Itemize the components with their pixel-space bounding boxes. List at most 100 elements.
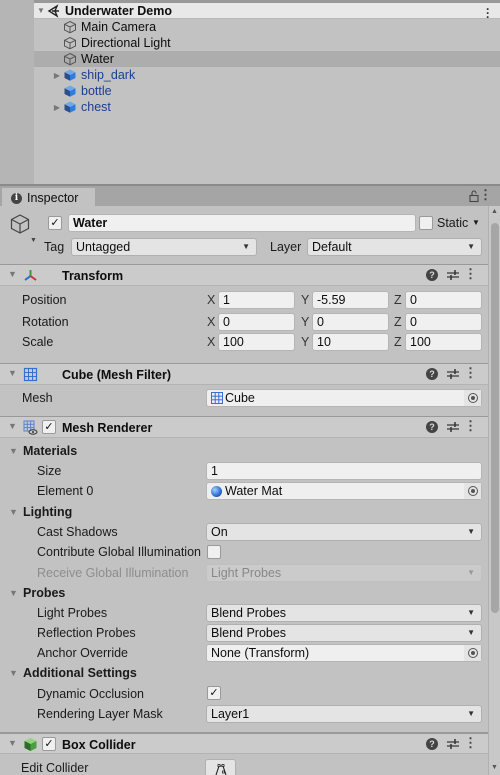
object-picker-icon[interactable] (464, 483, 481, 499)
more-options-icon[interactable]: ⋮ (464, 735, 477, 751)
collapse-arrow-icon[interactable]: ▼ (8, 421, 17, 431)
mesh-renderer-header[interactable]: ▼ ✓ Mesh Renderer ? ⋮ (0, 416, 488, 438)
preset-sliders-icon[interactable] (446, 268, 460, 282)
scene-row[interactable]: ▼ Underwater Demo · · · (34, 3, 500, 23)
rendering-layer-mask-dropdown[interactable]: Layer1 ▼ (206, 705, 482, 723)
collapse-arrow-icon[interactable]: ▼ (9, 446, 18, 456)
additional-settings-section-title[interactable]: Additional Settings (23, 665, 137, 681)
mesh-label: Mesh (22, 391, 53, 405)
hierarchy-item-directional-light[interactable]: Directional Light (34, 35, 500, 51)
more-options-icon[interactable]: ⋮ (464, 365, 477, 381)
reflection-probes-label: Reflection Probes (37, 626, 136, 640)
more-options-icon[interactable]: ⋮ (464, 266, 477, 282)
lighting-section-title[interactable]: Lighting (23, 504, 72, 520)
collapse-arrow-icon[interactable]: ▼ (8, 738, 17, 748)
collapse-arrow-icon[interactable]: ▼ (9, 588, 18, 598)
hierarchy-item-label: Water (81, 52, 114, 66)
expand-arrow-icon[interactable]: ▼ (36, 6, 46, 15)
layer-dropdown[interactable]: Default ▼ (307, 238, 482, 256)
icon-dropdown-arrow-icon[interactable]: ▼ (30, 237, 37, 244)
scale-z-field[interactable]: 100 (405, 333, 482, 351)
rotation-z-field[interactable]: 0 (405, 313, 482, 331)
inspector-panel: ▼ ✓ Water Static ▼ Tag Untagged ▼ Layer … (0, 206, 488, 775)
static-dropdown-arrow-icon[interactable]: ▼ (472, 215, 480, 231)
mesh-filter-header[interactable]: ▼ Cube (Mesh Filter) ? ⋮ (0, 363, 488, 385)
help-icon[interactable]: ? (426, 738, 438, 750)
box-collider-enabled-checkbox[interactable]: ✓ (42, 737, 56, 751)
anchor-override-label: Anchor Override (37, 646, 129, 660)
position-x-field[interactable]: 1 (218, 291, 295, 309)
collapse-arrow-icon[interactable]: ▼ (9, 507, 18, 517)
hierarchy-item-chest[interactable]: ▶ chest (34, 99, 500, 115)
mesh-object-field[interactable]: Cube (206, 389, 482, 407)
help-icon[interactable]: ? (426, 421, 438, 433)
static-label[interactable]: Static (437, 215, 468, 231)
light-probes-dropdown[interactable]: Blend Probes ▼ (206, 604, 482, 622)
preset-sliders-icon[interactable] (446, 420, 460, 434)
mesh-renderer-enabled-checkbox[interactable]: ✓ (42, 420, 56, 434)
scroll-down-arrow-icon[interactable]: ▼ (491, 764, 498, 771)
inspector-scrollbar[interactable]: ▲ ▼ (488, 206, 500, 775)
box-collider-header[interactable]: ▼ ✓ Box Collider ? ⋮ (0, 732, 488, 754)
help-icon[interactable]: ? (426, 269, 438, 281)
element0-object-field[interactable]: Water Mat (206, 482, 482, 500)
hierarchy-item-main-camera[interactable]: Main Camera (34, 19, 500, 35)
reflection-probes-dropdown[interactable]: Blend Probes ▼ (206, 624, 482, 642)
scroll-up-arrow-icon[interactable]: ▲ (491, 208, 498, 215)
scale-y-field[interactable]: 10 (312, 333, 389, 351)
hierarchy-item-bottle[interactable]: bottle (34, 83, 500, 99)
x-axis-label: X (207, 293, 216, 307)
tab-inspector[interactable]: i Inspector (2, 188, 95, 208)
position-y-field[interactable]: -5.59 (312, 291, 389, 309)
object-picker-icon[interactable] (464, 645, 481, 661)
gameobject-name-input[interactable]: Water (68, 214, 416, 232)
static-checkbox[interactable] (419, 216, 433, 230)
tag-dropdown[interactable]: Untagged ▼ (71, 238, 257, 256)
collapse-arrow-icon[interactable]: ▼ (8, 368, 17, 378)
light-probes-label: Light Probes (37, 606, 108, 620)
more-options-icon[interactable]: ⋮ (464, 418, 477, 434)
materials-section-title[interactable]: Materials (23, 443, 77, 459)
chevron-down-icon: ▼ (467, 527, 475, 536)
anchor-override-object-field[interactable]: None (Transform) (206, 644, 482, 662)
prefab-icon (62, 84, 78, 98)
scrollbar-thumb[interactable] (491, 223, 499, 613)
x-axis-label: X (207, 335, 216, 349)
edit-collider-button[interactable] (205, 759, 236, 775)
hierarchy-item-ship-dark[interactable]: ▶ ship_dark (34, 67, 500, 83)
gameobject-cube-icon[interactable] (9, 213, 31, 235)
position-z-field[interactable]: 0 (405, 291, 482, 309)
component-title: Transform (62, 269, 124, 283)
collapse-arrow-icon[interactable]: ▼ (9, 668, 18, 678)
tag-value: Untagged (76, 240, 131, 254)
transform-header[interactable]: ▼ Transform ? ⋮ (0, 264, 488, 286)
expand-arrow-icon[interactable]: ▶ (52, 103, 62, 112)
hierarchy-item-label: bottle (81, 84, 112, 98)
contribute-gi-label: Contribute Global Illumination (37, 545, 201, 559)
chevron-down-icon: ▼ (467, 608, 475, 617)
element0-label: Element 0 (37, 484, 94, 498)
scale-x-field[interactable]: 100 (218, 333, 295, 351)
chevron-down-icon: ▼ (242, 242, 250, 251)
cast-shadows-dropdown[interactable]: On ▼ (206, 523, 482, 541)
preset-sliders-icon[interactable] (446, 367, 460, 381)
object-picker-icon[interactable] (464, 390, 481, 406)
more-options-icon[interactable]: · · · (486, 3, 490, 23)
gameobject-active-checkbox[interactable]: ✓ (48, 216, 62, 230)
rotation-y-field[interactable]: 0 (312, 313, 389, 331)
receive-gi-dropdown: Light Probes ▼ (206, 564, 482, 582)
tag-label: Tag (44, 240, 65, 254)
help-icon[interactable]: ? (426, 368, 438, 380)
more-options-icon[interactable]: ⋮ (479, 187, 492, 203)
y-axis-label: Y (301, 293, 310, 307)
contribute-gi-checkbox[interactable] (207, 545, 221, 559)
dynamic-occlusion-checkbox[interactable]: ✓ (207, 686, 221, 700)
hierarchy-item-water[interactable]: Water (34, 51, 500, 67)
expand-arrow-icon[interactable]: ▶ (52, 71, 62, 80)
rendering-layer-mask-label: Rendering Layer Mask (37, 707, 163, 721)
preset-sliders-icon[interactable] (446, 737, 460, 751)
rotation-x-field[interactable]: 0 (218, 313, 295, 331)
collapse-arrow-icon[interactable]: ▼ (8, 269, 17, 279)
materials-size-field[interactable]: 1 (206, 462, 482, 480)
probes-section-title[interactable]: Probes (23, 585, 65, 601)
